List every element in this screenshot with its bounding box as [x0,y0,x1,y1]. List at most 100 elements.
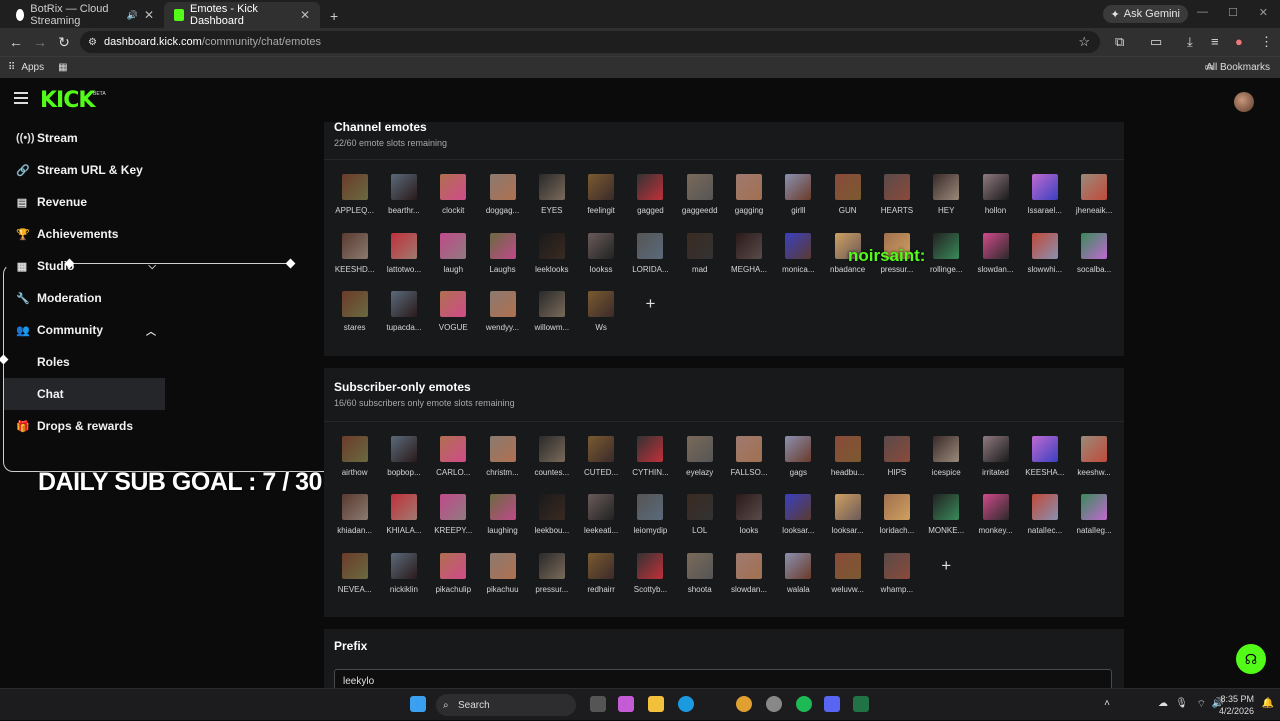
emote-item[interactable]: EYES [527,172,576,231]
emote-item[interactable]: monkey... [971,492,1020,551]
emote-item[interactable]: clockit [429,172,478,231]
emote-item[interactable]: gaggeedd [675,172,724,231]
emote-item[interactable]: feelingit [576,172,625,231]
emote-item[interactable]: laugh [429,231,478,290]
emote-item[interactable]: HEY [922,172,971,231]
emote-item[interactable]: HIPS [872,434,921,493]
chrome-icon[interactable] [736,696,752,712]
task-view-icon[interactable] [590,696,606,712]
emote-item[interactable]: girlll [774,172,823,231]
spotify-icon[interactable] [796,696,812,712]
address-bar[interactable]: ⚙ dashboard.kick.com/community/chat/emot… [80,31,1100,53]
emote-item[interactable]: wendyy... [478,289,527,348]
sheets-icon[interactable] [853,696,869,712]
close-tab-icon[interactable]: ✕ [300,8,310,22]
maximize-icon[interactable]: ☐ [1228,6,1238,19]
emote-item[interactable]: doggag... [478,172,527,231]
emote-item[interactable]: Laughs [478,231,527,290]
profile-icon[interactable]: ● [1235,34,1243,49]
extensions-icon[interactable]: ⧉ [1115,34,1124,50]
emote-item[interactable]: FALLSO... [724,434,773,493]
emote-item[interactable]: APPLEQ... [330,172,379,231]
emote-item[interactable]: leekeati... [576,492,625,551]
emote-item[interactable]: GUN [823,172,872,231]
github-icon[interactable] [766,696,782,712]
emote-item[interactable]: mad [675,231,724,290]
emote-item[interactable]: slowwhi... [1020,231,1069,290]
tab-emotes[interactable]: Emotes - Kick Dashboard ✕ [164,2,320,28]
emote-item[interactable]: KHIALA... [379,492,428,551]
emote-item[interactable]: weluvw... [823,551,872,610]
sidebar-item-stream[interactable]: ((•)) Stream [0,122,170,154]
emote-item[interactable]: CYTHIN... [626,434,675,493]
cloud-icon[interactable]: ☁ [1158,698,1168,709]
emote-item[interactable]: LORIDA... [626,231,675,290]
emote-item[interactable]: CUTED... [576,434,625,493]
wifi-icon[interactable]: ⌔ [1197,698,1206,711]
emote-item[interactable]: shoota [675,551,724,610]
emote-item[interactable]: jheneaik... [1069,172,1118,231]
file-explorer-icon[interactable] [648,696,664,712]
back-icon[interactable]: ← [4,34,28,50]
hamburger-menu-icon[interactable] [14,92,28,104]
emote-item[interactable]: whamp... [872,551,921,610]
emote-item[interactable]: countes... [527,434,576,493]
emote-item[interactable]: tupacda... [379,289,428,348]
emote-item[interactable]: gags [774,434,823,493]
kick-logo[interactable]: KICK [40,88,95,113]
copilot-icon[interactable] [618,696,634,712]
chevron-up-icon[interactable]: ˄ [1104,698,1110,709]
emote-item[interactable]: lookss [576,231,625,290]
emote-item[interactable]: lattotwo... [379,231,428,290]
emote-item[interactable]: willowm... [527,289,576,348]
new-tab-button[interactable]: + [320,8,348,28]
mic-icon[interactable]: 🎙 [1175,698,1188,709]
emote-item[interactable]: slowdan... [724,551,773,610]
emote-item[interactable]: looksar... [823,492,872,551]
emote-item[interactable]: looks [724,492,773,551]
close-window-icon[interactable]: ✕ [1259,6,1268,19]
discord-icon[interactable] [824,696,840,712]
emote-item[interactable]: MEGHA... [724,231,773,290]
tab-groups-icon[interactable]: ▦ [58,62,67,73]
emote-item[interactable]: leeklooks [527,231,576,290]
emote-item[interactable]: Ws [576,289,625,348]
emote-item[interactable]: KEESHD... [330,231,379,290]
emote-item[interactable]: looksar... [774,492,823,551]
emote-item[interactable]: icespice [922,434,971,493]
add-emote-button[interactable]: + [922,551,971,610]
emote-item[interactable]: NEVEA... [330,551,379,610]
tab-botrix[interactable]: BotRix — Cloud Streaming 🔊 ✕ [6,2,164,28]
sidebar-item-revenue[interactable]: ▤ Revenue [0,186,170,218]
emote-item[interactable]: rollinge... [922,231,971,290]
emote-item[interactable]: natalIeg... [1069,492,1118,551]
emote-item[interactable]: christm... [478,434,527,493]
emote-item[interactable]: nickiklin [379,551,428,610]
taskbar-search[interactable]: ⌕ Search [436,694,576,716]
emote-item[interactable]: socalba... [1069,231,1118,290]
emote-item[interactable]: pikachulip [429,551,478,610]
reading-list-icon[interactable]: ≡ [1211,34,1219,49]
bookmark-star-icon[interactable]: ☆ [1078,34,1090,50]
edge-icon[interactable] [678,696,694,712]
emote-item[interactable]: bopbop... [379,434,428,493]
emote-item[interactable]: bearthr... [379,172,428,231]
emote-item[interactable]: KREEPY... [429,492,478,551]
apps-grid-icon[interactable]: ⠿ [8,62,15,73]
emote-item[interactable]: loridach... [872,492,921,551]
emote-item[interactable]: redhairr [576,551,625,610]
sidebar-item-stream-url[interactable]: 🔗 Stream URL & Key [0,154,170,186]
emote-item[interactable]: pressur... [527,551,576,610]
emote-item[interactable]: KEESHA... [1020,434,1069,493]
minimize-icon[interactable]: — [1197,6,1208,18]
emote-item[interactable]: khiadan... [330,492,379,551]
reload-icon[interactable]: ↻ [52,34,76,51]
more-menu-icon[interactable]: ⋮ [1260,34,1273,50]
emote-item[interactable]: eyelazy [675,434,724,493]
emote-item[interactable]: MONKE... [922,492,971,551]
emote-item[interactable]: gagged [626,172,675,231]
emote-item[interactable]: slowdan... [971,231,1020,290]
emote-item[interactable]: pikachuu [478,551,527,610]
emote-item[interactable]: leiomydip [626,492,675,551]
emote-item[interactable]: monica... [774,231,823,290]
